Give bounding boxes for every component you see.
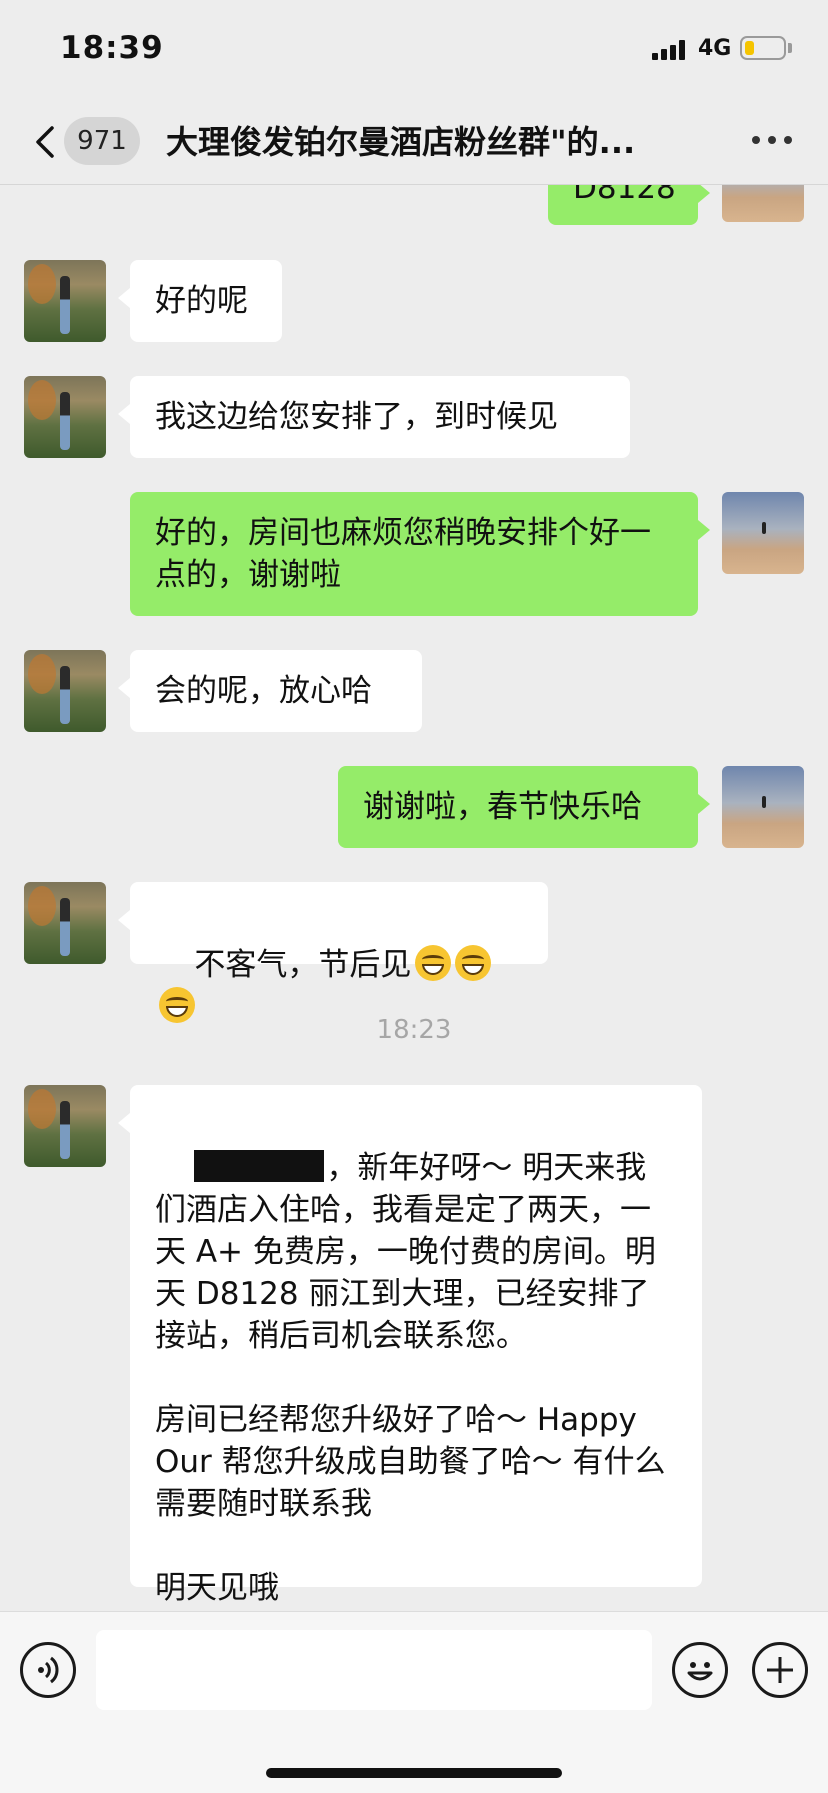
message-input[interactable]: [96, 1630, 652, 1710]
message-timestamp: 18:23: [376, 1015, 452, 1045]
battery-icon: [740, 36, 786, 60]
network-type: 4G: [698, 36, 732, 61]
message-bubble[interactable]: 好的，房间也麻烦您稍晚安排个好一点的，谢谢啦: [130, 492, 710, 616]
grin-emoji-icon: [415, 945, 452, 981]
message-text: 不客气，节后见: [194, 947, 412, 983]
redacted-name: [194, 1150, 325, 1182]
self-avatar[interactable]: [722, 766, 804, 848]
message-text: ，新年好呀～ 明天来我们酒店入住哈，我看是定了两天，一天 A+ 免费房，一晚付费…: [155, 1150, 666, 1606]
message-bubble[interactable]: D8128: [548, 185, 710, 225]
more-options-icon[interactable]: [750, 128, 794, 152]
chat-header: 971 大理俊发铂尔曼酒店粉丝群"的...: [0, 100, 828, 185]
message-bubble[interactable]: ，新年好呀～ 明天来我们酒店入住哈，我看是定了两天，一天 A+ 免费房，一晚付费…: [118, 1085, 702, 1606]
battery-tip: [788, 43, 792, 53]
input-bar: [0, 1611, 828, 1793]
message-bubble[interactable]: 谢谢啦，春节快乐哈: [338, 766, 710, 848]
message-list[interactable]: D8128 好的呢 我这边给您安排了，到时候见 好的，房间也麻烦您稍晚安排个好一…: [0, 185, 828, 1611]
home-indicator: [266, 1768, 562, 1778]
chat-title: 大理俊发铂尔曼酒店粉丝群"的...: [166, 123, 636, 161]
emoji-icon[interactable]: [672, 1642, 728, 1698]
contact-avatar[interactable]: [24, 1085, 106, 1167]
contact-avatar[interactable]: [24, 650, 106, 732]
status-time: 18:39: [60, 30, 164, 66]
back-chevron-icon[interactable]: [26, 122, 66, 162]
grin-emoji-icon: [455, 945, 492, 981]
contact-avatar[interactable]: [24, 882, 106, 964]
plus-icon[interactable]: [752, 1642, 808, 1698]
battery-level: [745, 41, 754, 55]
contact-avatar[interactable]: [24, 376, 106, 458]
self-avatar[interactable]: [722, 185, 804, 222]
signal-icon: [652, 38, 690, 60]
voice-icon[interactable]: [20, 1642, 76, 1698]
status-bar: 18:39 4G: [0, 0, 828, 100]
unread-count-badge[interactable]: 971: [64, 117, 140, 165]
message-bubble[interactable]: 好的呢: [118, 260, 282, 342]
message-bubble[interactable]: 我这边给您安排了，到时候见: [118, 376, 630, 458]
self-avatar[interactable]: [722, 492, 804, 574]
message-bubble[interactable]: 会的呢，放心哈: [118, 650, 422, 732]
contact-avatar[interactable]: [24, 260, 106, 342]
message-bubble[interactable]: 不客气，节后见: [118, 882, 548, 1023]
